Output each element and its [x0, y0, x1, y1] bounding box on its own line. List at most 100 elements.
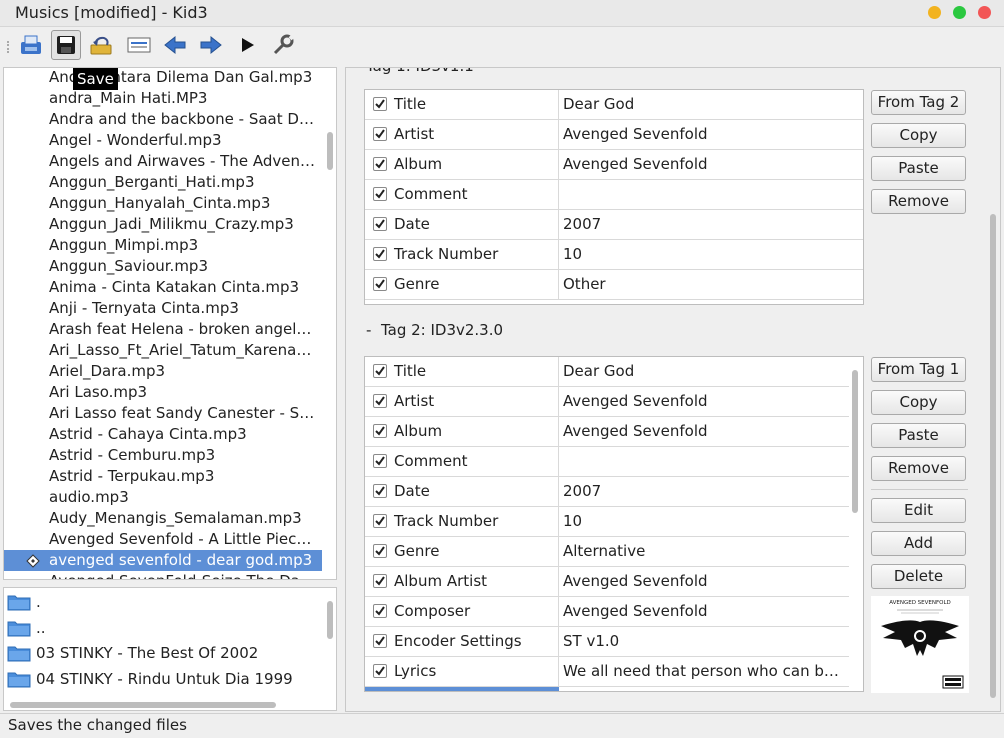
directory-item[interactable]: 03 STINKY - The Best Of 2002	[4, 640, 322, 666]
frame-checkbox[interactable]	[373, 454, 387, 468]
frame-value[interactable]: Avenged Sevenfold	[563, 155, 857, 173]
tag2-remove-button[interactable]: Remove	[871, 456, 966, 481]
frame-checkbox[interactable]	[373, 394, 387, 408]
save-button[interactable]	[51, 30, 81, 60]
tag1-copy-button[interactable]: Copy	[871, 123, 966, 148]
frame-row[interactable]: Album Avenged Sevenfold	[365, 150, 863, 180]
directory-horizontal-scrollbar[interactable]	[10, 702, 276, 708]
edit-frame-button[interactable]: Edit	[871, 498, 966, 523]
frame-checkbox[interactable]	[373, 127, 387, 141]
frame-row[interactable]: Comment	[365, 180, 863, 210]
frame-value[interactable]: Avenged Sevenfold	[563, 572, 843, 590]
frame-value[interactable]: Avenged Sevenfold	[563, 602, 843, 620]
file-list-item[interactable]: Avenged SevenFold-Seize The Day…	[4, 571, 322, 579]
settings-button[interactable]	[268, 30, 298, 60]
frame-value[interactable]: Dear God	[563, 95, 857, 113]
filter-button[interactable]	[124, 30, 154, 60]
frame-value[interactable]: ST v1.0	[563, 632, 843, 650]
file-list-scrollbar[interactable]	[327, 132, 333, 170]
revert-button[interactable]	[86, 30, 116, 60]
frame-row[interactable]: Date 2007	[365, 477, 849, 507]
frame-value[interactable]: Avenged Sevenfold	[563, 392, 843, 410]
frame-row[interactable]: Composer Avenged Sevenfold	[365, 597, 849, 627]
frame-checkbox[interactable]	[373, 574, 387, 588]
tag2-from-tag1-button[interactable]: From Tag 1	[871, 357, 966, 382]
file-list-item[interactable]: Anji - Ternyata Cinta.mp3	[4, 298, 322, 319]
play-button[interactable]	[232, 30, 262, 60]
tag2-header-row[interactable]: - Tag 2: ID3v2.3.0	[366, 321, 503, 339]
frame-row[interactable]: Title Dear God	[365, 357, 849, 387]
frame-checkbox[interactable]	[373, 514, 387, 528]
frame-row[interactable]: Comment	[365, 447, 849, 477]
frame-checkbox[interactable]	[373, 97, 387, 111]
file-list-item[interactable]: Avenged Sevenfold - A Little Piece …	[4, 529, 322, 550]
file-list-item[interactable]: Anggun_Hanyalah_Cinta.mp3	[4, 193, 322, 214]
file-list-item[interactable]: andra_Main Hati.MP3	[4, 88, 322, 109]
tag1-remove-button[interactable]: Remove	[871, 189, 966, 214]
frame-row[interactable]: Album Artist Avenged Sevenfold	[365, 567, 849, 597]
frame-checkbox[interactable]	[373, 277, 387, 291]
directory-item[interactable]: .	[4, 589, 322, 615]
frame-value[interactable]: 2007	[563, 215, 857, 233]
frame-row[interactable]: Track Number 10	[365, 507, 849, 537]
file-list-item[interactable]: Astrid - Terpukau.mp3	[4, 466, 322, 487]
file-list-item[interactable]: avenged sevenfold - dear god.mp3	[4, 550, 322, 571]
frame-checkbox[interactable]	[373, 217, 387, 231]
file-list-item[interactable]: Anggun_Mimpi.mp3	[4, 235, 322, 256]
frame-checkbox[interactable]	[373, 604, 387, 618]
file-list-item[interactable]: Anggun_Jadi_Milikmu_Crazy.mp3	[4, 214, 322, 235]
frame-row[interactable]: Artist Avenged Sevenfold	[365, 120, 863, 150]
file-list-item[interactable]: Anggun_Berganti_Hati.mp3	[4, 172, 322, 193]
frame-checkbox[interactable]	[373, 634, 387, 648]
frame-checkbox[interactable]	[373, 664, 387, 678]
frame-value[interactable]: Avenged Sevenfold	[563, 125, 857, 143]
frame-checkbox[interactable]	[373, 157, 387, 171]
frame-checkbox[interactable]	[373, 364, 387, 378]
file-list-item[interactable]: Arash feat Helena - broken angel.mp3	[4, 319, 322, 340]
frame-row[interactable]: Album Avenged Sevenfold	[365, 417, 849, 447]
file-list-item[interactable]: Angels and Airwaves - The Adventu…	[4, 151, 322, 172]
tag2-paste-button[interactable]: Paste	[871, 423, 966, 448]
tag2-copy-button[interactable]: Copy	[871, 390, 966, 415]
toolbar-grip[interactable]	[7, 41, 12, 53]
file-list-item[interactable]: Astrid - Cahaya Cinta.mp3	[4, 424, 322, 445]
tag1-paste-button[interactable]: Paste	[871, 156, 966, 181]
file-list-item[interactable]: Andra_Antara Dilema Dan Gal.mp3	[4, 68, 322, 88]
file-list-item[interactable]: Ari Laso.mp3	[4, 382, 322, 403]
directory-item[interactable]: ..	[4, 615, 322, 641]
frame-value[interactable]: Avenged Sevenfold	[563, 422, 843, 440]
frame-row[interactable]: Artist Avenged Sevenfold	[365, 387, 849, 417]
frame-checkbox[interactable]	[373, 187, 387, 201]
directory-item[interactable]: 04 STINKY - Rindu Untuk Dia 1999	[4, 666, 322, 692]
frame-row[interactable]: Genre Other	[365, 270, 863, 300]
file-list-item[interactable]: Ari Lasso feat Sandy Canester - Sat…	[4, 403, 322, 424]
file-list-item[interactable]: Astrid - Cemburu.mp3	[4, 445, 322, 466]
frame-value[interactable]: 2007	[563, 482, 843, 500]
frame-value[interactable]: We all need that person who can be tr…	[563, 662, 843, 680]
file-list-item[interactable]: audio.mp3	[4, 487, 322, 508]
frame-value[interactable]: Alternative	[563, 542, 843, 560]
minimize-button[interactable]	[928, 6, 941, 19]
frame-row[interactable]: Date 2007	[365, 210, 863, 240]
tag2-table-scrollbar[interactable]	[852, 370, 858, 513]
frame-value[interactable]: 10	[563, 245, 857, 263]
frame-checkbox[interactable]	[373, 247, 387, 261]
previous-file-button[interactable]	[160, 30, 190, 60]
close-button[interactable]	[978, 6, 991, 19]
frame-checkbox[interactable]	[373, 484, 387, 498]
frame-value[interactable]: 10	[563, 512, 843, 530]
save-as-button[interactable]	[16, 30, 46, 60]
add-frame-button[interactable]: Add	[871, 531, 966, 556]
file-list-item[interactable]: Ariel_Dara.mp3	[4, 361, 322, 382]
frame-checkbox[interactable]	[373, 544, 387, 558]
directory-list-scrollbar[interactable]	[327, 601, 333, 639]
file-list-item[interactable]: Audy_Menangis_Semalaman.mp3	[4, 508, 322, 529]
tag1-from-tag2-button[interactable]: From Tag 2	[871, 90, 966, 115]
file-list-item[interactable]: Ari_Lasso_Ft_Ariel_Tatum_Karena…	[4, 340, 322, 361]
frame-checkbox[interactable]	[373, 424, 387, 438]
frame-row[interactable]: Lyrics We all need that person who can be…	[365, 657, 849, 687]
delete-frame-button[interactable]: Delete	[871, 564, 966, 589]
file-list-item[interactable]: Anima - Cinta Katakan Cinta.mp3	[4, 277, 322, 298]
frame-row[interactable]: Track Number 10	[365, 240, 863, 270]
frame-row[interactable]: Title Dear God	[365, 90, 863, 120]
